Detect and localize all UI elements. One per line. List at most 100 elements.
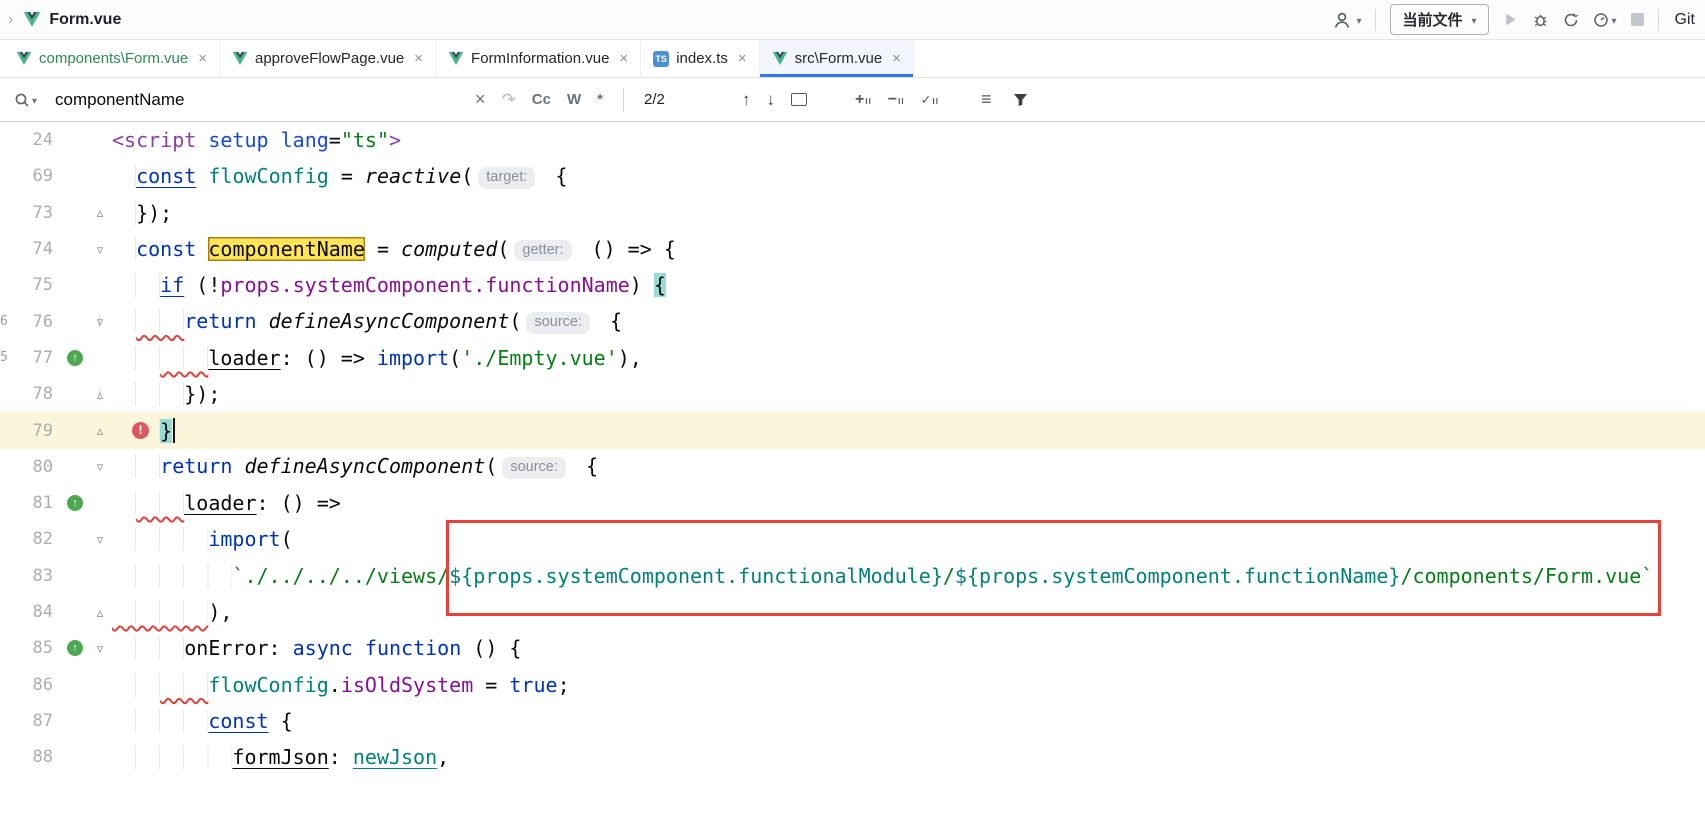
code-with-me-button[interactable]: [1333, 11, 1361, 29]
code-text[interactable]: return defineAsyncComponent(source: {: [112, 309, 1705, 334]
run-configuration-label: 当前文件: [1402, 9, 1462, 30]
next-occurrence-button[interactable]: [767, 90, 776, 110]
clear-search-icon[interactable]: [475, 89, 486, 110]
tab-close-icon[interactable]: [892, 50, 901, 67]
inlay-hint: source:: [502, 457, 566, 479]
run-configuration-select[interactable]: 当前文件: [1390, 4, 1488, 35]
match-case-toggle[interactable]: Cc: [532, 91, 551, 108]
code-line-76: 676 return defineAsyncComponent(source: …: [0, 303, 1705, 339]
filter-button[interactable]: [1013, 93, 1028, 107]
gutter-fold-slot: [88, 243, 112, 256]
code-text[interactable]: const componentName = computed(getter: (…: [112, 237, 1705, 262]
code-text[interactable]: loader: () =>: [112, 491, 1705, 515]
fold-marker-icon[interactable]: [97, 243, 104, 256]
code-line-69: 69 const flowConfig = reactive(target: {: [0, 158, 1705, 194]
regex-toggle[interactable]: *: [597, 91, 603, 108]
code-line-85: 85 onError: async function () {: [0, 630, 1705, 666]
tab-close-icon[interactable]: [738, 50, 747, 67]
line-number[interactable]: 82: [14, 529, 62, 549]
open-in-find-window-button[interactable]: [791, 93, 807, 106]
code-line-84: 84 ),: [0, 594, 1705, 630]
search-input[interactable]: componentName: [55, 90, 459, 110]
line-number[interactable]: 83: [14, 566, 62, 586]
code-text[interactable]: flowConfig.isOldSystem = true;: [112, 673, 1705, 697]
code-line-78: 78 });: [0, 376, 1705, 412]
fold-marker-icon[interactable]: [97, 315, 104, 328]
select-all-occurrences-button[interactable]: [921, 93, 939, 107]
code-text[interactable]: });: [112, 382, 1705, 406]
fold-marker-icon[interactable]: [97, 388, 104, 401]
tab-index-ts[interactable]: TS index.ts: [641, 40, 759, 77]
code-text[interactable]: <script setup lang="ts">: [112, 128, 1705, 152]
line-number[interactable]: 88: [14, 747, 62, 767]
line-number[interactable]: 86: [14, 675, 62, 695]
fold-marker-icon[interactable]: [97, 533, 104, 546]
gutter-green-arrow-icon[interactable]: [67, 640, 83, 656]
code-text[interactable]: formJson: newJson,: [112, 745, 1705, 769]
fold-marker-icon[interactable]: [97, 424, 104, 437]
code-text[interactable]: `./../../../views/${props.systemComponen…: [112, 564, 1705, 588]
add-occurrence-button[interactable]: [855, 93, 872, 107]
line-number[interactable]: 69: [14, 166, 62, 186]
line-number[interactable]: 87: [14, 711, 62, 731]
code-text[interactable]: if (!props.systemComponent.functionName)…: [112, 273, 1705, 297]
gutter-fold-slot: [88, 424, 112, 437]
line-number[interactable]: 78: [14, 384, 62, 404]
code-line-88: 88 formJson: newJson,: [0, 739, 1705, 775]
tab-src-form-vue[interactable]: src\Form.vue: [760, 40, 914, 77]
tab-approveflowpage-vue[interactable]: approveFlowPage.vue: [220, 40, 436, 77]
gutter-green-arrow-icon[interactable]: [67, 350, 83, 366]
profiler-button[interactable]: [1593, 11, 1617, 29]
line-number[interactable]: 73: [14, 203, 62, 223]
run-button[interactable]: [1503, 12, 1518, 27]
toolbar-divider: [1658, 9, 1659, 31]
funnel-icon: [1013, 93, 1028, 107]
fold-marker-icon[interactable]: [97, 642, 104, 655]
debug-button[interactable]: [1532, 12, 1549, 28]
code-area[interactable]: 24 <script setup lang="ts"> 69 const flowC…: [0, 122, 1705, 820]
gutter-green-arrow-icon[interactable]: [67, 495, 83, 511]
toolbar-divider: [1375, 9, 1376, 31]
fold-marker-icon[interactable]: [97, 606, 104, 619]
line-number[interactable]: 79: [14, 421, 62, 441]
remove-occurrence-button[interactable]: [888, 93, 905, 107]
search-mode-button[interactable]: [14, 91, 37, 108]
line-number[interactable]: 81: [14, 493, 62, 513]
line-number[interactable]: 77: [14, 348, 62, 368]
line-number[interactable]: 76: [14, 312, 62, 332]
code-text[interactable]: import(: [112, 527, 1705, 551]
code-text[interactable]: const flowConfig = reactive(target: {: [112, 164, 1705, 189]
tab-forminformation-vue[interactable]: FormInformation.vue: [436, 40, 641, 77]
code-line-81: 81 loader: () =>: [0, 485, 1705, 521]
fold-marker-icon[interactable]: [97, 206, 104, 219]
tab-components-form-vue[interactable]: components\Form.vue: [4, 40, 220, 77]
code-text[interactable]: onError: async function () {: [112, 636, 1705, 660]
line-number[interactable]: 85: [14, 638, 62, 658]
tab-close-icon[interactable]: [414, 50, 423, 67]
whole-words-toggle[interactable]: W: [567, 91, 581, 108]
rerun-button[interactable]: [1563, 12, 1579, 28]
previous-occurrence-button[interactable]: [742, 90, 751, 110]
code-text[interactable]: ),: [112, 600, 1705, 624]
vue-logo-icon: [23, 11, 41, 28]
code-line-24: 24 <script setup lang="ts">: [0, 122, 1705, 158]
line-number[interactable]: 75: [14, 275, 62, 295]
stop-button[interactable]: [1631, 13, 1644, 26]
search-options-icon[interactable]: [981, 89, 992, 110]
tab-label: approveFlowPage.vue: [255, 50, 404, 67]
code-text[interactable]: loader: () => import('./Empty.vue'),: [112, 346, 1705, 370]
line-number[interactable]: 24: [14, 130, 62, 150]
line-number[interactable]: 84: [14, 602, 62, 622]
tab-close-icon[interactable]: [198, 50, 207, 67]
play-icon: [1503, 12, 1518, 27]
fold-marker-icon[interactable]: [97, 460, 104, 473]
code-text[interactable]: const {: [112, 709, 1705, 733]
code-text[interactable]: });: [112, 201, 1705, 225]
search-history-icon[interactable]: [502, 90, 516, 110]
line-number[interactable]: 74: [14, 239, 62, 259]
git-menu[interactable]: Git: [1675, 11, 1695, 29]
line-number[interactable]: 80: [14, 457, 62, 477]
code-text[interactable]: return defineAsyncComponent(source: {: [112, 454, 1705, 479]
tab-close-icon[interactable]: [619, 50, 628, 67]
code-text[interactable]: }: [112, 418, 1705, 443]
